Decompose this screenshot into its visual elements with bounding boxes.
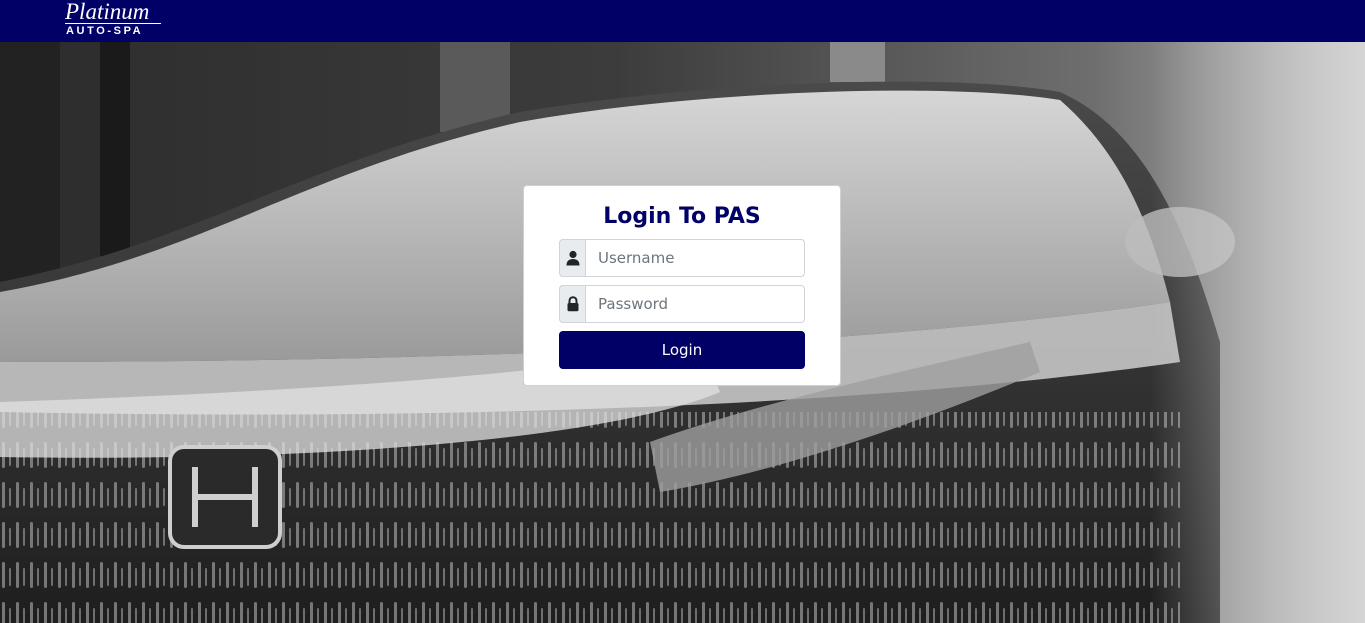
password-field[interactable] [585,285,805,323]
password-addon [559,285,585,323]
username-input-group [559,239,805,277]
login-card: Login To PAS Login [523,185,841,386]
logo-sub-text: AUTO-SPA [66,25,144,37]
lock-icon [567,296,578,312]
username-field[interactable] [585,239,805,277]
logo-script-text: Platinum [65,0,150,24]
password-input-group [559,285,805,323]
login-button[interactable]: Login [559,331,805,369]
brand-logo[interactable]: Platinum AUTO-SPA [62,0,166,42]
login-title: Login To PAS [603,204,761,229]
username-addon [559,239,585,277]
top-navbar: Platinum AUTO-SPA [0,0,1365,42]
user-icon [566,250,579,266]
